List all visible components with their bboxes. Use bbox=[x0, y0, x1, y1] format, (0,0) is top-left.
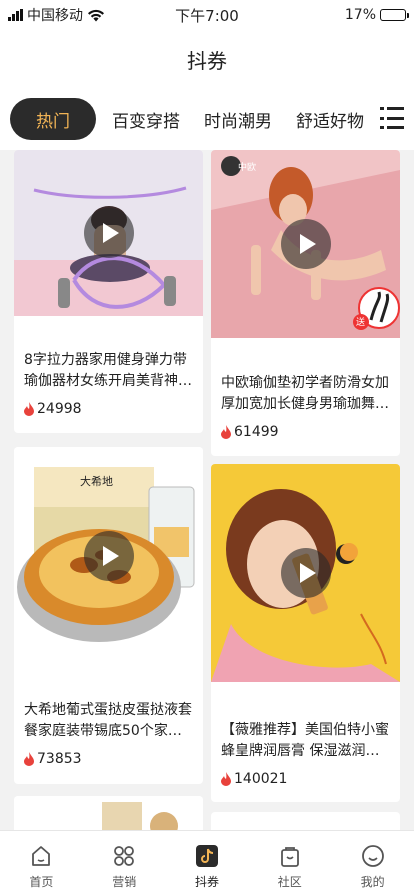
signal-icon bbox=[8, 9, 23, 21]
play-icon[interactable] bbox=[280, 219, 331, 269]
status-time: 下午7:00 bbox=[175, 6, 239, 25]
hot-count: 61499 bbox=[221, 424, 279, 440]
nav-douquan[interactable]: 抖券 bbox=[166, 831, 249, 896]
play-icon[interactable] bbox=[83, 208, 134, 258]
nav-profile[interactable]: 我的 bbox=[331, 831, 414, 896]
tab-outfits[interactable]: 百变穿搭 bbox=[100, 98, 192, 140]
product-card[interactable]: 【薇雅推荐】美国伯特小蜜蜂皇牌润唇膏 保湿滋润无… 140021 bbox=[211, 464, 400, 802]
header: 抖券 bbox=[0, 30, 414, 88]
flame-icon bbox=[221, 772, 231, 786]
product-card[interactable]: 8字拉力器家用健身弹力带瑜伽器材女练开肩美背神… 24998 bbox=[14, 150, 203, 433]
home-icon bbox=[32, 846, 51, 866]
battery-percent: 17% bbox=[344, 7, 376, 23]
smile-face-icon bbox=[361, 845, 384, 867]
battery-icon bbox=[380, 9, 409, 21]
carrier-label: 中国移动 bbox=[27, 8, 83, 24]
product-feed[interactable]: 8字拉力器家用健身弹力带瑜伽器材女练开肩美背神… 24998 中欧 送 中欧瑜伽… bbox=[0, 150, 414, 830]
wifi-icon bbox=[88, 9, 104, 21]
flame-icon bbox=[24, 752, 34, 766]
nav-home[interactable]: 首页 bbox=[0, 831, 83, 896]
status-bar: 中国移动 下午7:00 17% bbox=[0, 0, 414, 30]
category-menu-icon[interactable] bbox=[380, 107, 404, 129]
bag-icon bbox=[280, 847, 299, 867]
nav-marketing[interactable]: 营销 bbox=[83, 831, 166, 896]
product-video-thumbnail[interactable]: 大希地 bbox=[14, 447, 203, 665]
play-icon[interactable] bbox=[83, 531, 134, 581]
tab-men-fashion[interactable]: 时尚潮男 bbox=[192, 98, 284, 140]
category-tabs: 热门 百变穿搭 时尚潮男 舒适好物 bbox=[0, 88, 414, 150]
hot-count: 140021 bbox=[221, 771, 287, 787]
tab-hot[interactable]: 热门 bbox=[10, 98, 96, 140]
douyin-icon bbox=[195, 845, 218, 867]
product-card[interactable]: 中欧 送 中欧瑜伽垫初学者防滑女加厚加宽加长健身男瑜珈舞… 61499 bbox=[211, 150, 400, 456]
brand-logo-label: 中欧 bbox=[238, 163, 257, 173]
product-video-thumbnail[interactable]: 中欧 送 bbox=[211, 150, 400, 338]
product-video-thumbnail[interactable] bbox=[211, 464, 400, 682]
product-video-thumbnail[interactable] bbox=[14, 796, 203, 830]
brand-logo-label: 大希地 bbox=[80, 475, 113, 488]
flame-icon bbox=[221, 425, 231, 439]
product-card[interactable] bbox=[14, 796, 203, 830]
gift-badge: 送 bbox=[356, 318, 366, 328]
product-card[interactable]: 大希地 大希地葡式蛋挞皮蛋挞液套餐家庭装带锡底50个家用… 73853 bbox=[14, 447, 203, 784]
flame-icon bbox=[24, 402, 34, 416]
product-video-thumbnail[interactable] bbox=[14, 150, 203, 316]
product-card[interactable] bbox=[211, 812, 400, 830]
product-title: 8字拉力器家用健身弹力带瑜伽器材女练开肩美背神… bbox=[24, 352, 192, 389]
product-title: 中欧瑜伽垫初学者防滑女加厚加宽加长健身男瑜珈舞… bbox=[221, 375, 389, 412]
play-icon[interactable] bbox=[280, 548, 331, 598]
product-title: 【薇雅推荐】美国伯特小蜜蜂皇牌润唇膏 保湿滋润无… bbox=[221, 722, 389, 759]
grid-icon bbox=[114, 846, 135, 866]
tab-comfort-goods[interactable]: 舒适好物 bbox=[284, 98, 376, 140]
product-title: 大希地葡式蛋挞皮蛋挞液套餐家庭装带锡底50个家用… bbox=[24, 702, 192, 739]
nav-community[interactable]: 社区 bbox=[248, 831, 331, 896]
bottom-nav: 首页 营销 抖券 社区 我的 bbox=[0, 830, 414, 896]
page-title: 抖券 bbox=[187, 48, 227, 73]
hot-count: 24998 bbox=[24, 401, 82, 417]
hot-count: 73853 bbox=[24, 751, 82, 767]
